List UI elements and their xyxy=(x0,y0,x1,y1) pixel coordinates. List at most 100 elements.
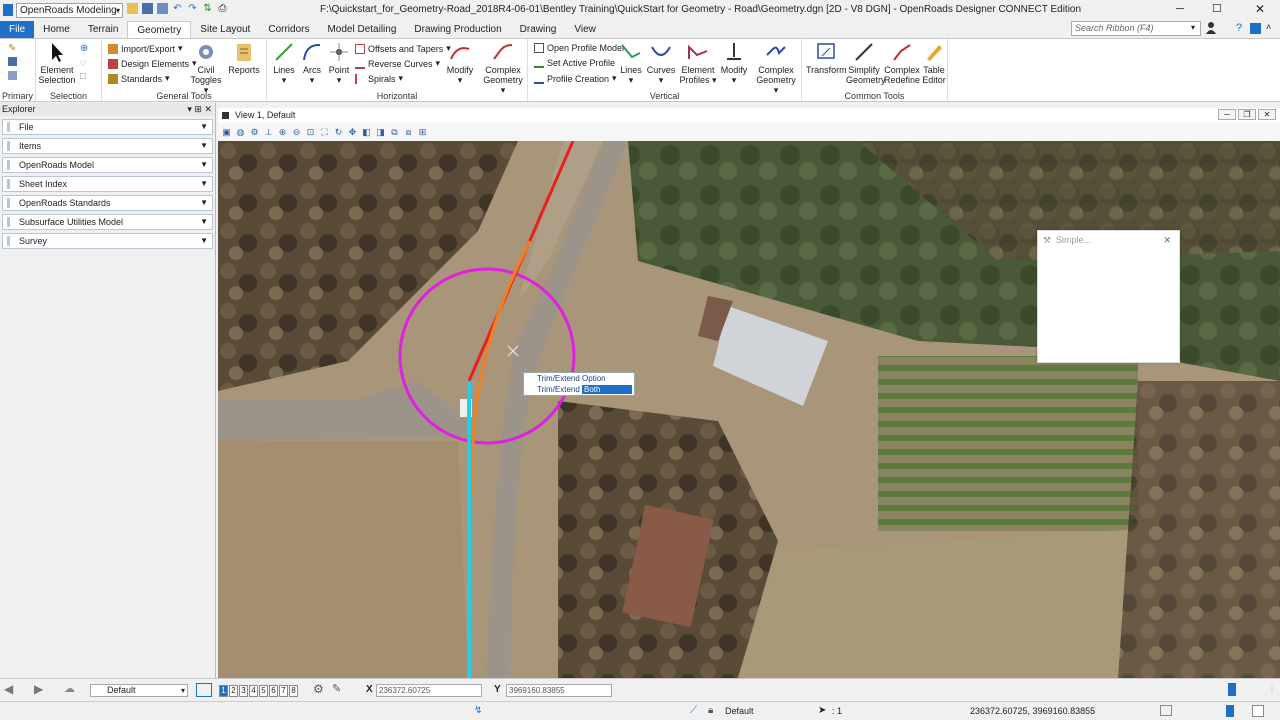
primary-tool3-icon[interactable] xyxy=(8,71,17,80)
help-icon[interactable]: ? xyxy=(1236,22,1242,34)
profile-creation-button[interactable]: Profile Creation ▾ xyxy=(534,73,617,84)
fit-view-icon[interactable]: ⛶ xyxy=(319,127,330,138)
view-previous-icon[interactable]: ◧ xyxy=(361,127,372,138)
pan-view-icon[interactable]: ✥ xyxy=(347,127,358,138)
zoom-out-icon[interactable]: ⊖ xyxy=(291,127,302,138)
h-lines-button[interactable]: Lines ▾ xyxy=(271,41,297,85)
tab-geometry[interactable]: Geometry xyxy=(127,21,192,38)
view-3-button[interactable]: 3 xyxy=(239,685,248,697)
rotate-view-icon[interactable]: ↻ xyxy=(333,127,344,138)
view-attributes-icon[interactable]: ▣ xyxy=(221,127,232,138)
view-1-button[interactable]: 1 xyxy=(219,685,228,697)
ribbon-collapse-icon[interactable]: ˄ xyxy=(1266,22,1271,32)
reverse-curves-button[interactable]: Reverse Curves ▾ xyxy=(355,58,440,69)
standards-button[interactable]: Standards ▾ xyxy=(108,73,170,84)
active-level[interactable]: Default xyxy=(725,706,754,716)
design-elements-button[interactable]: Design Elements ▾ xyxy=(108,58,197,69)
level-dropdown[interactable]: Default ▾ xyxy=(90,684,188,697)
aerial-map-canvas[interactable]: Trim/Extend Option Trim/Extend Both ⚒ Si… xyxy=(218,141,1280,678)
views-icon[interactable] xyxy=(196,683,212,697)
primary-tool-icon[interactable]: ✎ xyxy=(8,43,16,54)
user-icon[interactable] xyxy=(1205,21,1217,35)
explorer-item-subsurface-utilities[interactable]: Subsurface Utilities Model ▼ xyxy=(2,214,213,230)
undo-icon[interactable]: ↶ xyxy=(172,3,183,14)
transform-button[interactable]: Transform xyxy=(806,41,847,75)
apps-icon[interactable] xyxy=(1250,23,1261,34)
explorer-item-openroads-model[interactable]: OpenRoads Model ▼ xyxy=(2,157,213,173)
tab-home[interactable]: Home xyxy=(34,21,79,38)
forward-icon[interactable]: ▶ xyxy=(34,682,43,696)
minimize-button[interactable]: ─ xyxy=(1176,3,1184,15)
tab-terrain[interactable]: Terrain xyxy=(79,21,128,38)
maximize-button[interactable]: ☐ xyxy=(1212,2,1222,15)
search-ribbon-input[interactable]: Search Ribbon (F4) xyxy=(1071,21,1201,36)
trim-extend-select[interactable]: Both xyxy=(582,385,632,394)
select-target-icon[interactable]: ⊕ xyxy=(80,43,88,54)
x-coordinate-input[interactable]: 236372.60725 xyxy=(376,684,482,697)
open-icon[interactable] xyxy=(127,3,138,14)
settings-gear-icon[interactable]: ⚙ xyxy=(313,682,324,696)
complex-redefine-button[interactable]: Complex Redefine xyxy=(884,41,920,85)
tab-model-detailing[interactable]: Model Detailing xyxy=(318,21,405,38)
redo-icon[interactable]: ↷ xyxy=(187,3,198,14)
print-status-icon[interactable] xyxy=(1160,705,1172,716)
view-4-button[interactable]: 4 xyxy=(249,685,258,697)
explorer-item-openroads-standards[interactable]: OpenRoads Standards ▼ xyxy=(2,195,213,211)
element-profiles-button[interactable]: Element Profiles ▾ xyxy=(678,41,718,85)
tab-view[interactable]: View xyxy=(565,21,605,38)
window-area-icon[interactable]: ⊡ xyxy=(305,127,316,138)
h-arcs-button[interactable]: Arcs ▾ xyxy=(299,41,325,85)
close-button[interactable]: ✕ xyxy=(1255,2,1265,16)
status-checkbox[interactable] xyxy=(1252,705,1264,717)
select-box-icon[interactable]: □ xyxy=(80,71,86,82)
primary-tool2-icon[interactable] xyxy=(8,57,17,66)
set-active-profile-button[interactable]: Set Active Profile xyxy=(534,58,615,68)
tool-settings-icon[interactable]: ✎ xyxy=(332,682,341,695)
tab-drawing-production[interactable]: Drawing Production xyxy=(405,21,510,38)
v-curves-button[interactable]: Curves ▾ xyxy=(646,41,676,85)
explorer-item-survey[interactable]: Survey ▼ xyxy=(2,233,213,249)
element-selection-status-icon[interactable]: ↯ xyxy=(474,705,482,716)
snap-icon[interactable]: ⟋ xyxy=(690,705,697,716)
y-coordinate-input[interactable]: 3969160.83855 xyxy=(506,684,612,697)
v-lines-button[interactable]: Lines ▾ xyxy=(618,41,644,85)
explorer-item-sheet-index[interactable]: Sheet Index ▼ xyxy=(2,176,213,192)
tab-drawing[interactable]: Drawing xyxy=(511,21,566,38)
civil-toggles-button[interactable]: Civil Toggles ▾ xyxy=(190,41,222,95)
notification-icon[interactable] xyxy=(1226,705,1234,717)
view-8-button[interactable]: 8 xyxy=(289,685,298,697)
save-icon[interactable] xyxy=(142,3,153,14)
back-icon[interactable]: ◀ xyxy=(4,682,13,696)
select-circle-icon[interactable]: ◌ xyxy=(80,57,86,68)
view-manager-icon[interactable]: ⊞ xyxy=(417,127,428,138)
tab-corridors[interactable]: Corridors xyxy=(259,21,318,38)
h-point-button[interactable]: Point ▾ xyxy=(325,41,353,85)
view-2-button[interactable]: 2 xyxy=(229,685,238,697)
element-selection-button[interactable]: Element Selection xyxy=(38,41,76,85)
explorer-controls[interactable]: ▾ ⊞ ✕ xyxy=(187,103,212,116)
reports-button[interactable]: Reports xyxy=(228,41,260,75)
update-view-icon[interactable]: ⟂ xyxy=(263,127,274,138)
simplify-geometry-button[interactable]: Simplify Geometry xyxy=(846,41,886,85)
transfer-icon[interactable]: ⇅ xyxy=(202,3,213,14)
tab-site-layout[interactable]: Site Layout xyxy=(191,21,259,38)
view-restore-button[interactable]: ❐ xyxy=(1238,109,1256,120)
print-icon[interactable]: ⎙ xyxy=(217,3,228,14)
tab-file[interactable]: File xyxy=(0,21,35,38)
view-6-button[interactable]: 6 xyxy=(269,685,278,697)
display-style-icon[interactable]: ◍ xyxy=(235,127,246,138)
clip-volume-icon[interactable]: ⧈ xyxy=(403,127,414,138)
search-options-icon[interactable]: ▾ xyxy=(1191,23,1195,32)
view-5-button[interactable]: 5 xyxy=(259,685,268,697)
cloud-icon[interactable]: ☁ xyxy=(64,682,75,695)
v-modify-button[interactable]: Modify ▾ xyxy=(718,41,750,85)
h-modify-button[interactable]: Modify ▾ xyxy=(443,41,477,85)
view-next-icon[interactable]: ◨ xyxy=(375,127,386,138)
open-profile-model-button[interactable]: Open Profile Model xyxy=(534,43,624,53)
offsets-tapers-button[interactable]: Offsets and Tapers ▾ xyxy=(355,43,451,54)
h-complex-geometry-button[interactable]: Complex Geometry ▾ xyxy=(481,41,525,95)
v-complex-geometry-button[interactable]: Complex Geometry ▾ xyxy=(754,41,798,95)
close-icon[interactable]: ✕ xyxy=(1163,231,1171,249)
save-settings-icon[interactable] xyxy=(157,3,168,14)
import-export-button[interactable]: Import/Export ▾ xyxy=(108,43,183,54)
